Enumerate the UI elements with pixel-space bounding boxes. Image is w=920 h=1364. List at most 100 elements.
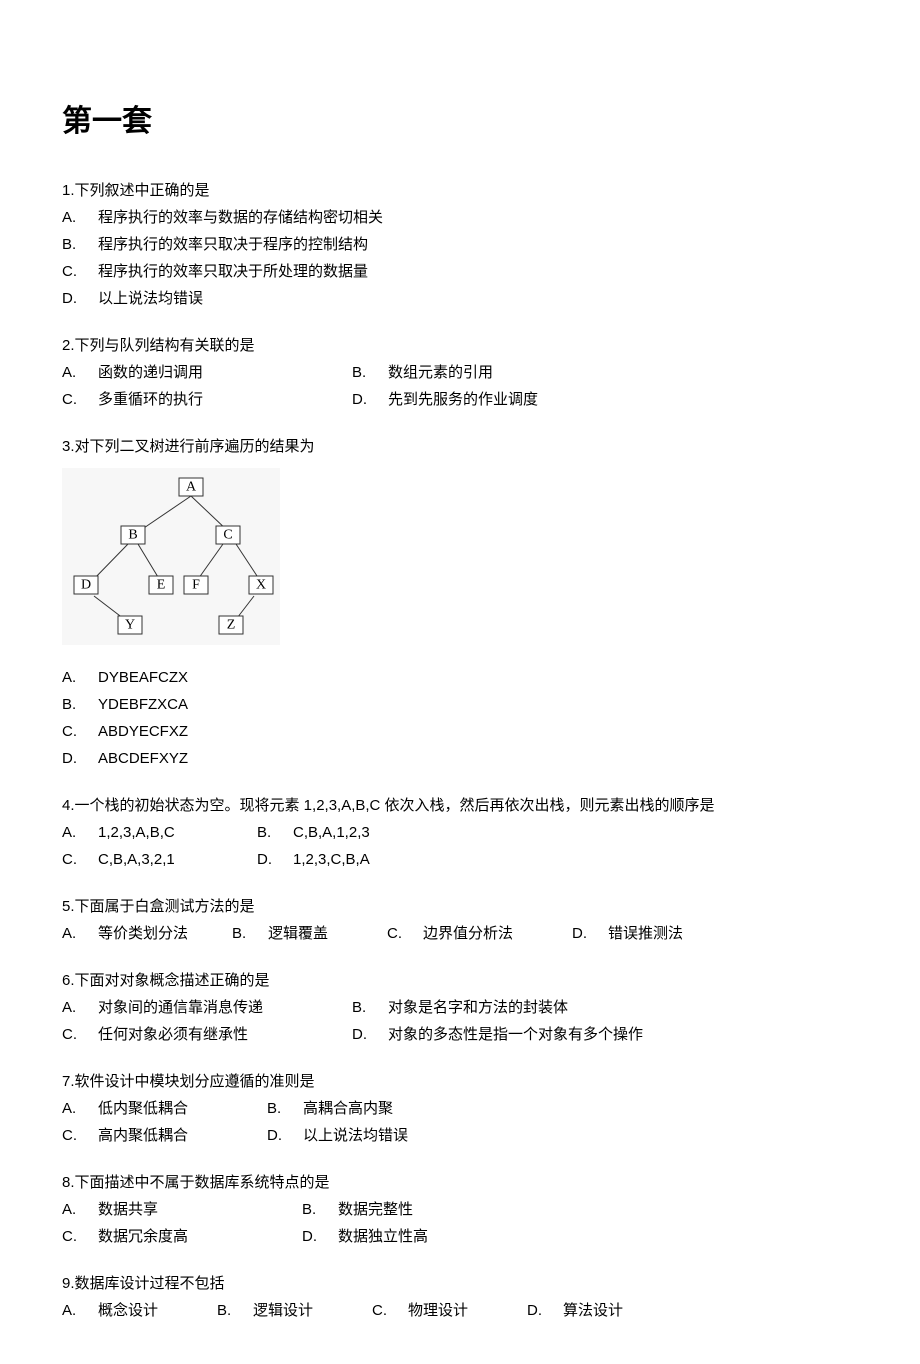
q1-option-c: 程序执行的效率只取决于所处理的数据量	[98, 258, 368, 285]
q3-option-c: ABDYECFXZ	[98, 718, 188, 745]
q4-option-c: C,B,A,3,2,1	[98, 846, 175, 873]
q3-stem: 3.对下列二叉树进行前序遍历的结果为	[62, 433, 858, 460]
option-letter: B.	[302, 1196, 338, 1223]
option-letter: B.	[217, 1297, 253, 1324]
option-letter: B.	[267, 1095, 303, 1122]
option-letter: A.	[62, 920, 98, 947]
q6-option-b: 对象是名字和方法的封装体	[388, 994, 568, 1021]
option-letter: C.	[62, 386, 98, 413]
option-letter: B.	[257, 819, 293, 846]
q6-option-d: 对象的多态性是指一个对象有多个操作	[388, 1021, 643, 1048]
tree-node: Z	[219, 616, 243, 634]
tree-svg: A B C D E F X Y Z	[66, 474, 276, 639]
option-letter: C.	[62, 1223, 98, 1250]
q1-option-a: 程序执行的效率与数据的存储结构密切相关	[98, 204, 383, 231]
option-letter: D.	[352, 1021, 388, 1048]
q2-option-d: 先到先服务的作业调度	[388, 386, 538, 413]
svg-text:Z: Z	[227, 618, 236, 633]
q6-option-c: 任何对象必须有继承性	[98, 1021, 248, 1048]
q2-stem: 2.下列与队列结构有关联的是	[62, 332, 858, 359]
svg-text:X: X	[256, 578, 266, 593]
option-letter: D.	[257, 846, 293, 873]
svg-text:A: A	[186, 480, 197, 495]
option-letter: C.	[62, 1021, 98, 1048]
option-letter: D.	[527, 1297, 563, 1324]
svg-text:F: F	[192, 578, 200, 593]
svg-text:D: D	[81, 578, 91, 593]
option-letter: C.	[387, 920, 423, 947]
option-letter: C.	[62, 258, 98, 285]
q7-option-a: 低内聚低耦合	[98, 1095, 188, 1122]
option-letter: B.	[62, 231, 98, 258]
option-letter: A.	[62, 994, 98, 1021]
page-title: 第一套	[62, 95, 858, 149]
tree-node: C	[216, 526, 240, 544]
q6-option-a: 对象间的通信靠消息传递	[98, 994, 263, 1021]
option-letter: C.	[62, 1122, 98, 1149]
q9-option-c: 物理设计	[408, 1297, 468, 1324]
q9-stem: 9.数据库设计过程不包括	[62, 1270, 858, 1297]
q5-stem: 5.下面属于白盒测试方法的是	[62, 893, 858, 920]
tree-node: B	[121, 526, 145, 544]
q5-option-a: 等价类划分法	[98, 920, 188, 947]
q3-option-a: DYBEAFCZX	[98, 664, 188, 691]
option-letter: A.	[62, 1095, 98, 1122]
tree-node: A	[179, 478, 203, 496]
q2-option-b: 数组元素的引用	[388, 359, 493, 386]
q8-option-d: 数据独立性高	[338, 1223, 428, 1250]
q8-option-b: 数据完整性	[338, 1196, 413, 1223]
q7-option-b: 高耦合高内聚	[303, 1095, 393, 1122]
tree-node: D	[74, 576, 98, 594]
option-letter: B.	[232, 920, 268, 947]
option-letter: D.	[267, 1122, 303, 1149]
option-letter: C.	[372, 1297, 408, 1324]
svg-text:E: E	[157, 578, 166, 593]
q8-option-a: 数据共享	[98, 1196, 158, 1223]
option-letter: A.	[62, 664, 98, 691]
q5-option-b: 逻辑覆盖	[268, 920, 328, 947]
q9-option-a: 概念设计	[98, 1297, 158, 1324]
option-letter: C.	[62, 718, 98, 745]
option-letter: B.	[352, 359, 388, 386]
q7-option-d: 以上说法均错误	[303, 1122, 408, 1149]
q1-option-b: 程序执行的效率只取决于程序的控制结构	[98, 231, 368, 258]
option-letter: B.	[352, 994, 388, 1021]
q4-option-b: C,B,A,1,2,3	[293, 819, 370, 846]
tree-node: E	[149, 576, 173, 594]
svg-text:B: B	[128, 528, 137, 543]
option-letter: A.	[62, 1297, 98, 1324]
q2-option-c: 多重循环的执行	[98, 386, 203, 413]
q7-stem: 7.软件设计中模块划分应遵循的准则是	[62, 1068, 858, 1095]
q1-stem: 1.下列叙述中正确的是	[62, 177, 858, 204]
option-letter: A.	[62, 204, 98, 231]
q5-option-d: 错误推测法	[608, 920, 683, 947]
q3-option-b: YDEBFZXCA	[98, 691, 188, 718]
q7-option-c: 高内聚低耦合	[98, 1122, 188, 1149]
binary-tree-diagram: A B C D E F X Y Z	[62, 468, 280, 645]
q4-option-d: 1,2,3,C,B,A	[293, 846, 370, 873]
option-letter: B.	[62, 691, 98, 718]
q5-option-c: 边界值分析法	[423, 920, 513, 947]
svg-text:Y: Y	[125, 618, 135, 633]
q1-option-d: 以上说法均错误	[98, 285, 203, 312]
option-letter: D.	[302, 1223, 338, 1250]
q4-stem: 4.一个栈的初始状态为空。现将元素 1,2,3,A,B,C 依次入栈，然后再依次…	[62, 792, 858, 819]
option-letter: A.	[62, 1196, 98, 1223]
q8-option-c: 数据冗余度高	[98, 1223, 188, 1250]
q6-stem: 6.下面对对象概念描述正确的是	[62, 967, 858, 994]
option-letter: C.	[62, 846, 98, 873]
tree-node: F	[184, 576, 208, 594]
q9-option-b: 逻辑设计	[253, 1297, 313, 1324]
q8-stem: 8.下面描述中不属于数据库系统特点的是	[62, 1169, 858, 1196]
option-letter: A.	[62, 359, 98, 386]
q3-option-d: ABCDEFXYZ	[98, 745, 188, 772]
tree-node: X	[249, 576, 273, 594]
option-letter: D.	[572, 920, 608, 947]
option-letter: D.	[62, 745, 98, 772]
q4-option-a: 1,2,3,A,B,C	[98, 819, 175, 846]
q9-option-d: 算法设计	[563, 1297, 623, 1324]
svg-text:C: C	[223, 528, 232, 543]
tree-node: Y	[118, 616, 142, 634]
q2-option-a: 函数的递归调用	[98, 359, 203, 386]
option-letter: D.	[62, 285, 98, 312]
